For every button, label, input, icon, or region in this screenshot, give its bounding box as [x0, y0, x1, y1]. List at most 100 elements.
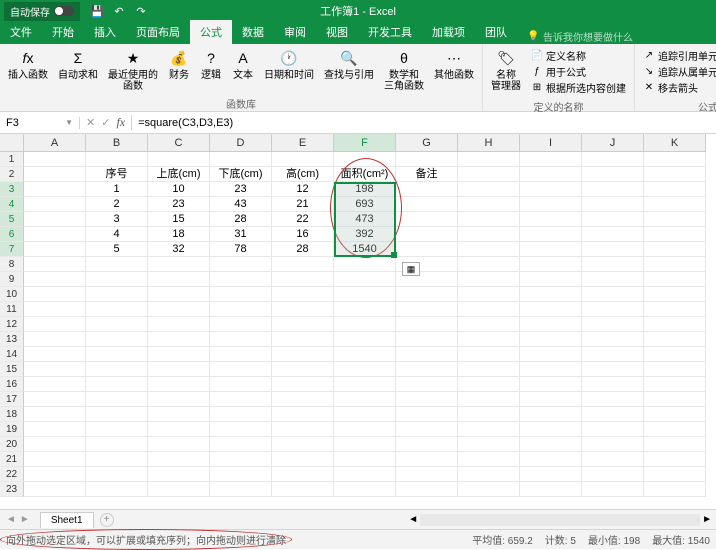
cell-C5[interactable]: 15 — [148, 212, 210, 227]
cell-E16[interactable] — [272, 377, 334, 392]
cell-G7[interactable] — [396, 242, 458, 257]
cell-A19[interactable] — [24, 422, 86, 437]
undo-icon[interactable]: ↶ — [112, 4, 126, 18]
cell-H9[interactable] — [458, 272, 520, 287]
cell-K10[interactable] — [644, 287, 706, 302]
cell-H4[interactable] — [458, 197, 520, 212]
cell-B5[interactable]: 3 — [86, 212, 148, 227]
cell-B15[interactable] — [86, 362, 148, 377]
tab-team[interactable]: 团队 — [475, 20, 517, 44]
cell-G14[interactable] — [396, 347, 458, 362]
cell-J12[interactable] — [582, 317, 644, 332]
tab-formulas[interactable]: 公式 — [190, 20, 232, 44]
tell-me-search[interactable]: 💡 告诉我你想要做什么 — [527, 29, 633, 44]
use-in-formula-button[interactable]: ƒ用于公式 — [531, 64, 626, 79]
cell-C7[interactable]: 32 — [148, 242, 210, 257]
cell-A4[interactable] — [24, 197, 86, 212]
cell-C10[interactable] — [148, 287, 210, 302]
sheet-prev-icon[interactable]: ◄ — [6, 514, 16, 525]
cell-E10[interactable] — [272, 287, 334, 302]
cell-A16[interactable] — [24, 377, 86, 392]
cell-C21[interactable] — [148, 452, 210, 467]
row-header-23[interactable]: 23 — [0, 482, 24, 497]
cell-J21[interactable] — [582, 452, 644, 467]
cell-G10[interactable] — [396, 287, 458, 302]
trace-dependents-button[interactable]: ↘追踪从属单元格 — [643, 64, 716, 79]
row-header-2[interactable]: 2 — [0, 167, 24, 182]
logical-button[interactable]: ?逻辑 — [196, 46, 226, 94]
column-header-J[interactable]: J — [582, 134, 644, 152]
cell-A12[interactable] — [24, 317, 86, 332]
cell-D18[interactable] — [210, 407, 272, 422]
cell-F16[interactable] — [334, 377, 396, 392]
cell-F18[interactable] — [334, 407, 396, 422]
cell-B1[interactable] — [86, 152, 148, 167]
cell-K19[interactable] — [644, 422, 706, 437]
cell-I7[interactable] — [520, 242, 582, 257]
name-manager-button[interactable]: 🏷名称 管理器 — [487, 46, 525, 97]
cell-G18[interactable] — [396, 407, 458, 422]
cell-I4[interactable] — [520, 197, 582, 212]
cell-H7[interactable] — [458, 242, 520, 257]
cell-C3[interactable]: 10 — [148, 182, 210, 197]
cell-E1[interactable] — [272, 152, 334, 167]
cell-J2[interactable] — [582, 167, 644, 182]
cell-J22[interactable] — [582, 467, 644, 482]
cell-B14[interactable] — [86, 347, 148, 362]
cell-I12[interactable] — [520, 317, 582, 332]
cell-I3[interactable] — [520, 182, 582, 197]
cell-H5[interactable] — [458, 212, 520, 227]
cell-H22[interactable] — [458, 467, 520, 482]
cell-B19[interactable] — [86, 422, 148, 437]
cell-B4[interactable]: 2 — [86, 197, 148, 212]
cell-B7[interactable]: 5 — [86, 242, 148, 257]
cell-F17[interactable] — [334, 392, 396, 407]
column-header-E[interactable]: E — [272, 134, 334, 152]
datetime-button[interactable]: 🕐日期和时间 — [260, 46, 318, 94]
row-header-5[interactable]: 5 — [0, 212, 24, 227]
cell-A7[interactable] — [24, 242, 86, 257]
create-from-selection-button[interactable]: ⊞根据所选内容创建 — [531, 80, 626, 95]
cell-B2[interactable]: 序号 — [86, 167, 148, 182]
cell-D16[interactable] — [210, 377, 272, 392]
cell-K22[interactable] — [644, 467, 706, 482]
column-header-H[interactable]: H — [458, 134, 520, 152]
cell-K6[interactable] — [644, 227, 706, 242]
cell-D11[interactable] — [210, 302, 272, 317]
autosum-button[interactable]: Σ自动求和 — [54, 46, 102, 94]
cell-C12[interactable] — [148, 317, 210, 332]
cell-H21[interactable] — [458, 452, 520, 467]
cell-G6[interactable] — [396, 227, 458, 242]
cell-F14[interactable] — [334, 347, 396, 362]
cell-E13[interactable] — [272, 332, 334, 347]
cell-K18[interactable] — [644, 407, 706, 422]
tab-home[interactable]: 开始 — [42, 20, 84, 44]
cell-E9[interactable] — [272, 272, 334, 287]
cell-K2[interactable] — [644, 167, 706, 182]
cell-B16[interactable] — [86, 377, 148, 392]
cell-F11[interactable] — [334, 302, 396, 317]
cell-C19[interactable] — [148, 422, 210, 437]
cell-K23[interactable] — [644, 482, 706, 497]
column-header-B[interactable]: B — [86, 134, 148, 152]
row-header-16[interactable]: 16 — [0, 377, 24, 392]
cell-F9[interactable] — [334, 272, 396, 287]
row-header-7[interactable]: 7 — [0, 242, 24, 257]
cell-E11[interactable] — [272, 302, 334, 317]
tab-developer[interactable]: 开发工具 — [358, 20, 422, 44]
redo-icon[interactable]: ↷ — [134, 4, 148, 18]
tab-file[interactable]: 文件 — [0, 20, 42, 44]
cell-B6[interactable]: 4 — [86, 227, 148, 242]
cell-D21[interactable] — [210, 452, 272, 467]
cell-J8[interactable] — [582, 257, 644, 272]
select-all-corner[interactable] — [0, 134, 24, 152]
cell-I17[interactable] — [520, 392, 582, 407]
cell-F6[interactable]: 392 — [334, 227, 396, 242]
cell-I1[interactable] — [520, 152, 582, 167]
cell-K9[interactable] — [644, 272, 706, 287]
tab-view[interactable]: 视图 — [316, 20, 358, 44]
cell-G3[interactable] — [396, 182, 458, 197]
cell-E15[interactable] — [272, 362, 334, 377]
cell-G5[interactable] — [396, 212, 458, 227]
cell-H11[interactable] — [458, 302, 520, 317]
